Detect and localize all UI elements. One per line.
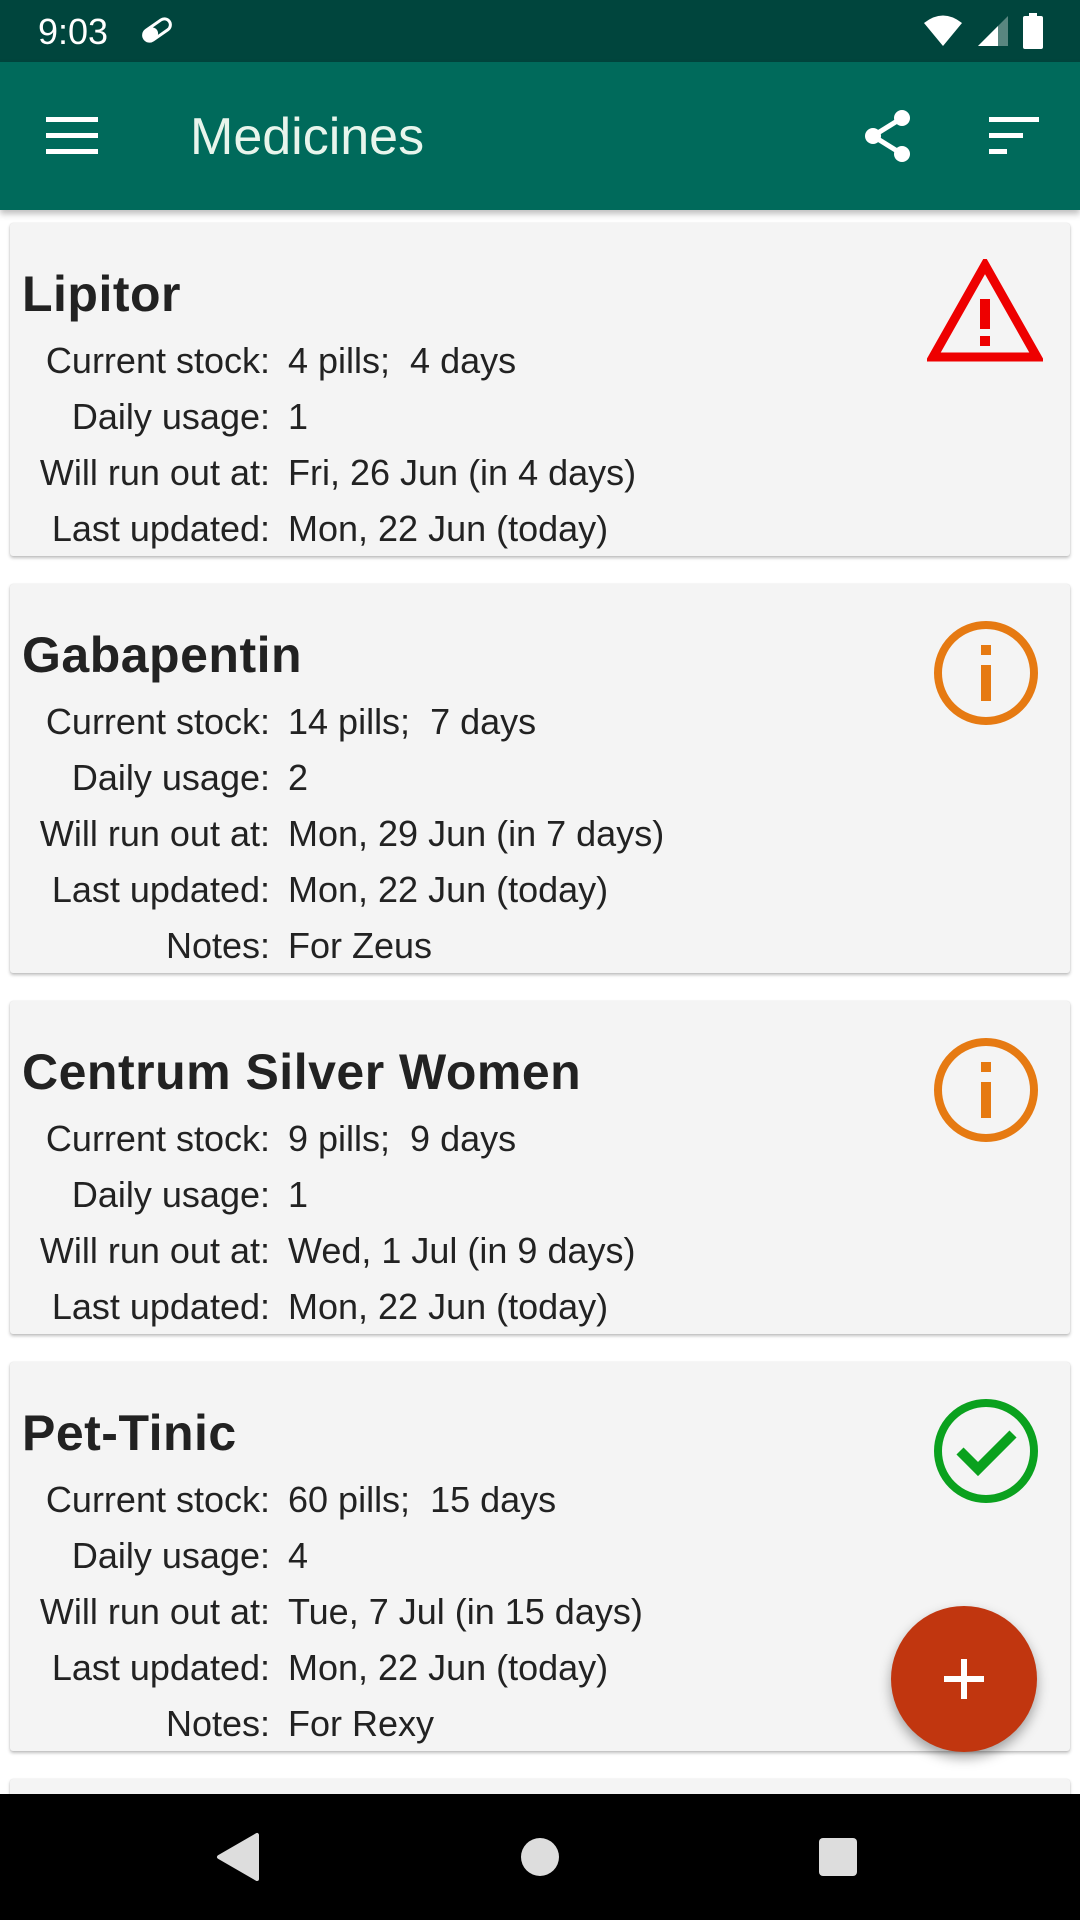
- last-updated-value: Mon, 22 Jun (today): [288, 508, 609, 549]
- daily-usage-value: 1: [288, 396, 309, 437]
- medicine-name: Centrum Silver Women: [22, 1044, 582, 1100]
- last-updated-row: Last updated: Mon, 22 Jun (today): [10, 869, 608, 919]
- current-stock-value: 4 pills; 4 days: [288, 340, 517, 381]
- medicine-card[interactable]: Lipitor Current stock: 4 pills; 4 days Da…: [10, 223, 1070, 556]
- navigation-bar: [0, 1794, 1080, 1920]
- medicine-card[interactable]: Centrum Silver Women Current stock: 9 pil…: [10, 1001, 1070, 1334]
- run-out-value: Mon, 29 Jun (in 7 days): [288, 813, 665, 854]
- current-stock-value: 60 pills; 15 days: [288, 1479, 557, 1520]
- notes-value: For Zeus: [288, 925, 433, 966]
- current-stock-row: Current stock: 9 pills; 9 days: [10, 1118, 516, 1168]
- daily-usage-row: Daily usage: 1: [10, 396, 308, 446]
- medicine-card[interactable]: Gabapentin Current stock: 14 pills; 7 day…: [10, 584, 1070, 973]
- back-button[interactable]: [203, 1824, 273, 1890]
- home-icon: [521, 1838, 559, 1876]
- current-stock-label: Current stock:: [45, 1479, 270, 1520]
- recents-icon: [819, 1838, 857, 1876]
- notes-value: For Rexy: [288, 1703, 435, 1744]
- daily-usage-row: Daily usage: 4: [10, 1535, 308, 1585]
- share-button[interactable]: [856, 104, 920, 168]
- last-updated-value: Mon, 22 Jun (today): [288, 1647, 609, 1688]
- current-stock-label: Current stock:: [45, 1118, 270, 1159]
- check-circle-icon: [926, 1391, 1046, 1511]
- medicine-name: Lipitor: [22, 266, 182, 322]
- back-icon: [217, 1833, 259, 1881]
- app-bar: Medicines: [0, 62, 1080, 210]
- notes-label: Notes:: [165, 1703, 270, 1744]
- medicine-name: Gabapentin: [22, 627, 303, 683]
- signal-icon: [976, 14, 1010, 53]
- run-out-label: Will run out at:: [39, 813, 270, 854]
- current-stock-row: Current stock: 60 pills; 15 days: [10, 1479, 556, 1529]
- medicine-name: Pet-Tinic: [22, 1405, 237, 1461]
- last-updated-label: Last updated:: [51, 869, 270, 910]
- add-medicine-button[interactable]: [891, 1606, 1037, 1752]
- last-updated-label: Last updated:: [51, 1286, 270, 1327]
- daily-usage-row: Daily usage: 2: [10, 757, 308, 807]
- last-updated-value: Mon, 22 Jun (today): [288, 869, 609, 910]
- current-stock-row: Current stock: 14 pills; 7 days: [10, 701, 536, 751]
- medicine-list: Lipitor Current stock: 4 pills; 4 days Da…: [0, 210, 1080, 1794]
- recents-button[interactable]: [803, 1824, 873, 1890]
- menu-button[interactable]: [42, 106, 102, 166]
- current-stock-label: Current stock:: [45, 701, 270, 742]
- medicine-card-partial[interactable]: [10, 1779, 1070, 1794]
- run-out-value: Tue, 7 Jul (in 15 days): [288, 1591, 643, 1632]
- daily-usage-label: Daily usage:: [71, 1535, 270, 1576]
- run-out-label: Will run out at:: [39, 452, 270, 493]
- sort-icon: [989, 117, 1039, 154]
- run-out-value: Fri, 26 Jun (in 4 days): [288, 452, 637, 493]
- daily-usage-row: Daily usage: 1: [10, 1174, 308, 1224]
- pill-notification-icon: [138, 15, 176, 50]
- run-out-row: Will run out at: Wed, 1 Jul (in 9 days): [10, 1230, 636, 1280]
- last-updated-label: Last updated:: [51, 508, 270, 549]
- status-bar: 9:03: [0, 0, 1080, 62]
- info-circle-icon: [926, 1030, 1046, 1150]
- last-updated-row: Last updated: Mon, 22 Jun (today): [10, 1286, 608, 1336]
- notes-row: Notes: For Rexy: [10, 1703, 434, 1753]
- run-out-row: Will run out at: Mon, 29 Jun (in 7 days): [10, 813, 664, 863]
- daily-usage-label: Daily usage:: [71, 1174, 270, 1215]
- daily-usage-label: Daily usage:: [71, 757, 270, 798]
- current-stock-row: Current stock: 4 pills; 4 days: [10, 340, 516, 390]
- daily-usage-value: 1: [288, 1174, 309, 1215]
- last-updated-row: Last updated: Mon, 22 Jun (today): [10, 1647, 608, 1697]
- daily-usage-label: Daily usage:: [71, 396, 270, 437]
- run-out-row: Will run out at: Tue, 7 Jul (in 15 days): [10, 1591, 643, 1641]
- warning-triangle-icon: [925, 251, 1045, 371]
- run-out-label: Will run out at:: [39, 1230, 270, 1271]
- last-updated-value: Mon, 22 Jun (today): [288, 1286, 609, 1327]
- share-icon: [865, 110, 910, 162]
- wifi-icon: [922, 14, 964, 53]
- status-time: 9:03: [38, 11, 109, 52]
- menu-icon: [46, 117, 98, 154]
- notes-row: Notes: For Zeus: [10, 925, 432, 975]
- last-updated-label: Last updated:: [51, 1647, 270, 1688]
- current-stock-label: Current stock:: [45, 340, 270, 381]
- run-out-row: Will run out at: Fri, 26 Jun (in 4 days): [10, 452, 636, 502]
- page-title: Medicines: [190, 108, 425, 166]
- last-updated-row: Last updated: Mon, 22 Jun (today): [10, 508, 608, 558]
- current-stock-value: 14 pills; 7 days: [288, 701, 537, 742]
- sort-button[interactable]: [982, 104, 1046, 168]
- plus-icon: [944, 1659, 984, 1699]
- current-stock-value: 9 pills; 9 days: [288, 1118, 517, 1159]
- notes-label: Notes:: [165, 925, 270, 966]
- run-out-value: Wed, 1 Jul (in 9 days): [288, 1230, 636, 1271]
- daily-usage-value: 2: [288, 757, 309, 798]
- run-out-label: Will run out at:: [39, 1591, 270, 1632]
- battery-icon: [1022, 13, 1044, 54]
- daily-usage-value: 4: [288, 1535, 309, 1576]
- info-circle-icon: [926, 613, 1046, 733]
- home-button[interactable]: [505, 1824, 575, 1890]
